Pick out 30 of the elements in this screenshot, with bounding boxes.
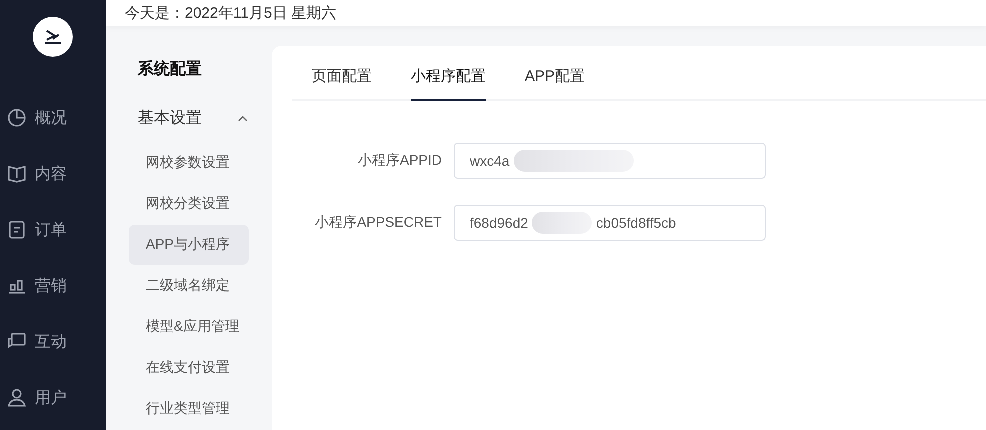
logo[interactable] — [33, 17, 73, 57]
tab[interactable]: APP配置 — [525, 67, 586, 101]
menu-group[interactable]: 基本设置 — [138, 108, 248, 129]
input-field[interactable]: wxc4a — [454, 143, 766, 179]
redaction-blur — [532, 212, 592, 234]
menu-item[interactable]: 二级域名绑定 — [129, 266, 249, 306]
menu-item[interactable]: 行业类型管理 — [129, 389, 249, 429]
field-label: 小程序APPSECRET — [314, 214, 442, 232]
document-icon — [7, 220, 27, 240]
menu-item[interactable]: 模型&应用管理 — [129, 307, 249, 347]
section-title: 系统配置 — [138, 59, 203, 80]
menu-item[interactable]: 网校参数设置 — [129, 143, 249, 183]
caret-icon — [238, 116, 248, 122]
nav-item[interactable]: 订单 — [0, 202, 106, 258]
pie-chart-icon — [7, 108, 27, 128]
nav-item[interactable]: 营销 — [0, 258, 106, 314]
tab[interactable]: 小程序配置 — [411, 67, 486, 101]
menu-item[interactable]: 网校分类设置 — [129, 184, 249, 224]
book-icon — [7, 164, 27, 184]
nav-item[interactable]: 概况 — [0, 90, 106, 146]
nav-item[interactable]: 用户 — [0, 370, 106, 426]
tab[interactable]: 页面配置 — [312, 67, 372, 101]
nav-item[interactable]: 互动 — [0, 314, 106, 370]
menu-item[interactable]: APP与小程序 — [129, 225, 249, 265]
date-text: 今天是：2022年11月5日 星期六 — [125, 4, 336, 23]
menu-item[interactable]: 在线支付设置 — [129, 348, 249, 388]
field-label: 小程序APPID — [356, 152, 442, 170]
input-field[interactable]: f68d96d2 cb05fd8ff5cb — [454, 205, 766, 241]
user-icon — [7, 388, 27, 408]
nav-item[interactable]: 内容 — [0, 146, 106, 202]
